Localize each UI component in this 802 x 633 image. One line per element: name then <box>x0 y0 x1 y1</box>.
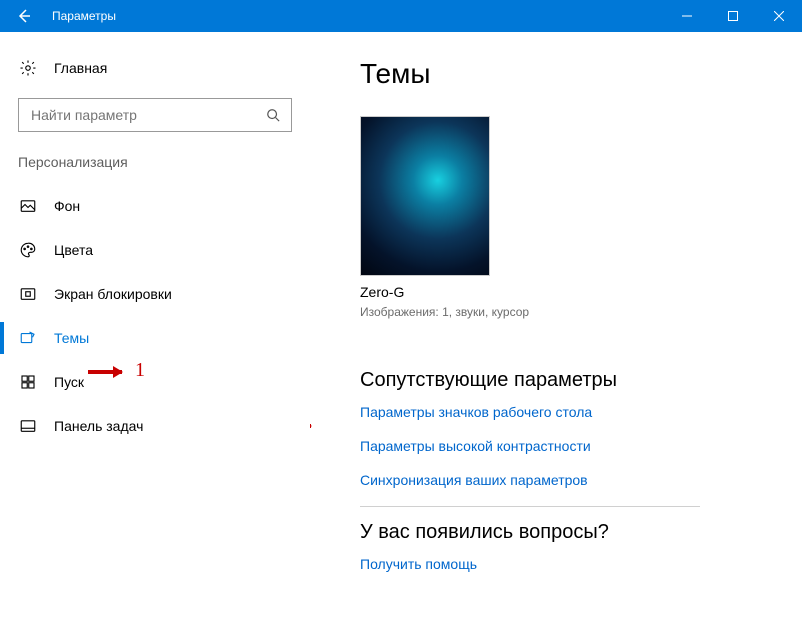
picture-icon <box>18 196 38 216</box>
page-title: Темы <box>360 58 782 90</box>
lockscreen-icon <box>18 284 38 304</box>
sidebar-item-label: Цвета <box>54 242 93 258</box>
sidebar-item-colors[interactable]: Цвета <box>0 228 310 272</box>
annotation-arrow-2 <box>310 424 311 428</box>
sidebar-item-label: Фон <box>54 198 80 214</box>
gear-icon <box>18 58 38 78</box>
sidebar-item-label: Темы <box>54 330 89 346</box>
sidebar-item-lockscreen[interactable]: Экран блокировки <box>0 272 310 316</box>
sidebar-item-background[interactable]: Фон <box>0 184 310 228</box>
sidebar-nav-list: Фон Цвета Экран блокировки Темы <box>0 184 310 448</box>
sidebar: Главная Персонализация Фон <box>0 32 310 633</box>
divider <box>360 506 700 507</box>
sidebar-item-themes[interactable]: Темы <box>0 316 310 360</box>
back-button[interactable] <box>0 0 48 32</box>
search-input[interactable] <box>29 106 265 124</box>
window-title: Параметры <box>52 9 116 23</box>
related-heading: Сопутствующие параметры <box>360 369 782 392</box>
link-sync-settings[interactable]: Синхронизация ваших параметров <box>360 472 782 488</box>
sidebar-home-label: Главная <box>54 60 107 76</box>
arrow-left-icon <box>16 8 32 24</box>
sidebar-item-label: Панель задач <box>54 418 143 434</box>
sidebar-section-title: Персонализация <box>0 154 310 170</box>
window-controls <box>664 0 802 32</box>
maximize-icon <box>728 11 738 21</box>
minimize-icon <box>682 11 692 21</box>
sidebar-item-label: Пуск <box>54 374 84 390</box>
main-panel: Темы Zero-G Изображения: 1, звуки, курсо… <box>310 32 802 633</box>
taskbar-icon <box>18 416 38 436</box>
start-icon <box>18 372 38 392</box>
sidebar-item-taskbar[interactable]: Панель задач <box>0 404 310 448</box>
sidebar-home[interactable]: Главная <box>0 50 310 86</box>
sidebar-item-label: Экран блокировки <box>54 286 172 302</box>
link-get-help[interactable]: Получить помощь <box>360 556 782 572</box>
palette-icon <box>18 240 38 260</box>
close-icon <box>774 11 784 21</box>
link-high-contrast[interactable]: Параметры высокой контрастности <box>360 438 782 454</box>
close-button[interactable] <box>756 0 802 32</box>
sidebar-item-start[interactable]: Пуск <box>0 360 310 404</box>
theme-thumbnail[interactable] <box>360 116 490 276</box>
search-box[interactable] <box>18 98 292 132</box>
link-desktop-icons[interactable]: Параметры значков рабочего стола <box>360 404 782 420</box>
minimize-button[interactable] <box>664 0 710 32</box>
content-area: Главная Персонализация Фон <box>0 32 802 633</box>
annotation-number-1: 1 <box>135 359 145 382</box>
annotation-arrow-1 <box>88 370 122 374</box>
maximize-button[interactable] <box>710 0 756 32</box>
themes-icon <box>18 328 38 348</box>
help-heading: У вас появились вопросы? <box>360 521 782 544</box>
title-bar: Параметры <box>0 0 802 32</box>
search-icon <box>265 107 281 123</box>
theme-description: Изображения: 1, звуки, курсор <box>360 304 530 321</box>
theme-name: Zero-G <box>360 284 782 300</box>
